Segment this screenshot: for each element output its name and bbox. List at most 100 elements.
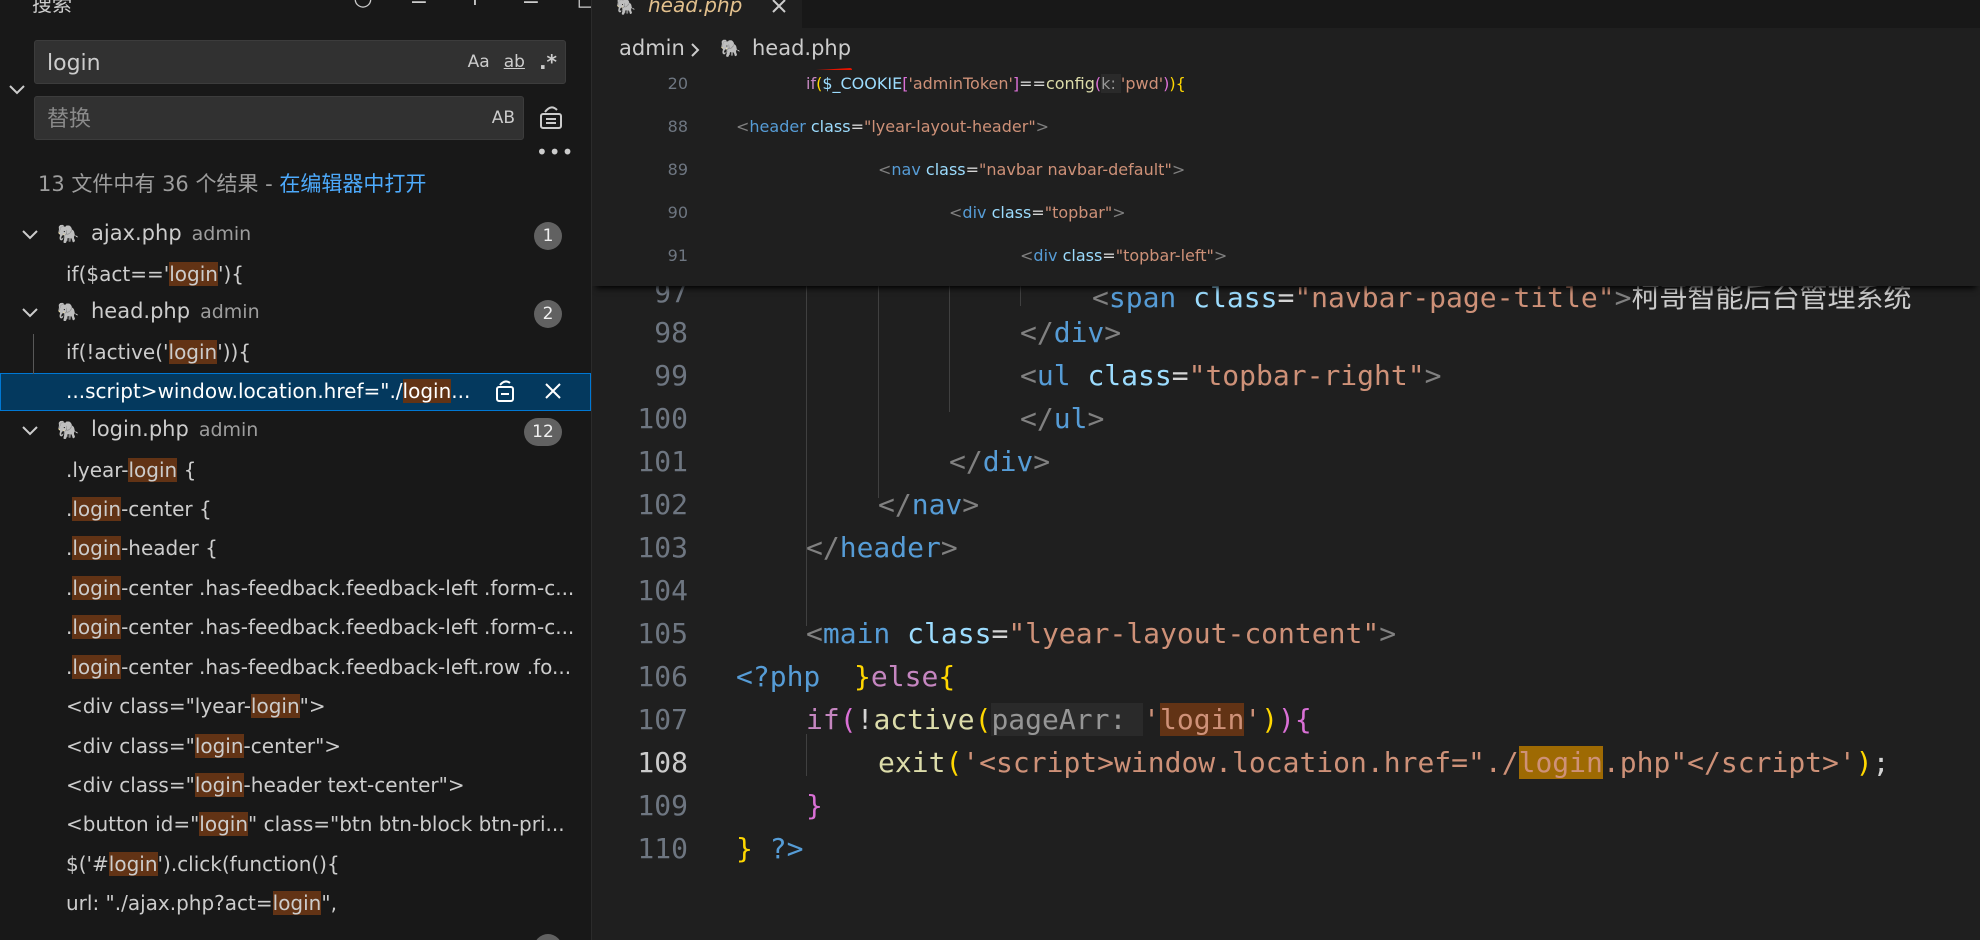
line-number: 20 bbox=[667, 74, 688, 93]
match-hit: login bbox=[108, 852, 158, 876]
code-line: 99 <ul class="topbar-right"> bbox=[592, 355, 1980, 398]
chevron-right-icon bbox=[691, 43, 700, 57]
match-pre: $('# bbox=[66, 852, 109, 876]
php-file-icon: 🐘 bbox=[57, 224, 80, 245]
result-file-head[interactable]: 🐘 head.php admin 2 bbox=[0, 294, 591, 332]
match-pre: if(!active(' bbox=[66, 340, 169, 364]
list-item[interactable]: url: "./ajax.php?act=login", bbox=[0, 885, 591, 923]
match-count-badge: 1 bbox=[534, 222, 562, 250]
file-dir: admin bbox=[198, 419, 259, 441]
code-line: 104 bbox=[592, 570, 1980, 613]
match-pre: <div class="lyear- bbox=[66, 694, 251, 718]
match-hit: login bbox=[72, 536, 122, 560]
match-post: ').click(function(){ bbox=[157, 852, 340, 876]
line-number: 103 bbox=[637, 531, 688, 564]
line-number: 90 bbox=[667, 203, 688, 222]
line-number: 98 bbox=[654, 316, 688, 349]
line-number: 89 bbox=[667, 160, 688, 179]
match-pre: ...script>window.location.href="./ bbox=[66, 379, 403, 403]
match-pre: <div class=" bbox=[66, 734, 195, 758]
line-number: 104 bbox=[637, 574, 688, 607]
line-number: 105 bbox=[637, 617, 688, 650]
match-actions bbox=[494, 377, 564, 405]
file-dir: admin bbox=[200, 301, 260, 323]
match-post: { bbox=[177, 458, 197, 482]
refresh-icon[interactable]: ○ bbox=[350, 0, 376, 11]
replace-all-icon[interactable] bbox=[536, 102, 566, 132]
chevron-down-icon bbox=[22, 308, 38, 318]
line-number: 88 bbox=[667, 117, 688, 136]
list-item[interactable]: <div class="lyear-login"> bbox=[0, 688, 591, 726]
line-number: 106 bbox=[637, 660, 688, 693]
replace-options: AB bbox=[492, 97, 515, 139]
match-count-badge: 12 bbox=[524, 418, 562, 446]
list-item[interactable]: if(!active('login')){ bbox=[0, 334, 591, 372]
code-line: 105 <main class="lyear-layout-content"> bbox=[592, 613, 1980, 656]
toggle-replace-chevron-icon[interactable] bbox=[6, 78, 28, 100]
code-line: 98 </div> bbox=[592, 312, 1980, 355]
line-number: 107 bbox=[637, 703, 688, 736]
result-file-ajax[interactable]: 🐘 ajax.php admin 1 bbox=[0, 216, 591, 254]
match-post: -center .has-feedback.feedback-left .for… bbox=[121, 576, 575, 600]
close-icon[interactable] bbox=[768, 0, 790, 17]
replace-icon[interactable] bbox=[494, 377, 516, 405]
clear-results-icon[interactable]: ≡ bbox=[406, 0, 432, 11]
match-post: ... bbox=[451, 379, 471, 403]
match-pre: .lyear- bbox=[66, 458, 129, 482]
line-number: 108 bbox=[637, 746, 688, 779]
view-as-tree-icon[interactable]: □ bbox=[574, 0, 591, 11]
code-line-current: 108 exit('<script>window.location.href=".… bbox=[592, 742, 1980, 785]
match-count-badge: 2 bbox=[534, 300, 562, 328]
list-item[interactable]: .login-header { bbox=[0, 530, 591, 568]
search-field: Aa ab .* bbox=[34, 40, 566, 85]
line-number: 91 bbox=[667, 246, 688, 265]
match-whole-word-toggle[interactable]: ab bbox=[504, 52, 525, 72]
list-item[interactable]: <div class="login-header text-center"> bbox=[0, 767, 591, 805]
code-line: 110} ?> bbox=[592, 828, 1980, 871]
line-number: 100 bbox=[637, 402, 688, 435]
match-hit: login bbox=[169, 262, 218, 286]
list-item[interactable]: .login-center .has-feedback.feedback-lef… bbox=[0, 570, 591, 608]
editor-tab-bar: 🐘 head.php bbox=[592, 0, 1980, 29]
dismiss-icon[interactable] bbox=[542, 377, 564, 405]
search-options: Aa ab .* bbox=[468, 41, 557, 83]
replace-input[interactable] bbox=[45, 97, 429, 141]
list-item[interactable]: .login-center { bbox=[0, 491, 591, 529]
preserve-case-toggle[interactable]: AB bbox=[492, 108, 515, 128]
list-item[interactable]: $('#login').click(function(){ bbox=[0, 846, 591, 884]
new-search-editor-icon[interactable]: + bbox=[462, 0, 488, 11]
code-line: 20 if($_COOKIE['adminToken']==config(k: '… bbox=[592, 70, 1980, 113]
code-line: 90 <div class="topbar"> bbox=[592, 199, 1980, 242]
use-regex-toggle[interactable]: .* bbox=[539, 50, 557, 74]
result-file-next[interactable] bbox=[0, 928, 591, 940]
line-number: 102 bbox=[637, 488, 688, 521]
search-panel-title: 搜索 bbox=[32, 0, 72, 16]
match-pre: <button id=" bbox=[66, 812, 200, 836]
search-input[interactable] bbox=[45, 41, 429, 85]
match-hit: login bbox=[402, 379, 452, 403]
list-item[interactable]: .login-center .has-feedback.feedback-lef… bbox=[0, 649, 591, 687]
list-item[interactable]: .login-center .has-feedback.feedback-lef… bbox=[0, 609, 591, 647]
file-dir: admin bbox=[191, 223, 252, 245]
match-post: -center"> bbox=[243, 734, 342, 758]
tab-head-php[interactable]: 🐘 head.php bbox=[592, 0, 802, 29]
match-post: -center .has-feedback.feedback-left.row … bbox=[121, 655, 572, 679]
line-number: 99 bbox=[654, 359, 688, 392]
breadcrumb-folder[interactable]: admin bbox=[619, 36, 685, 60]
match-case-toggle[interactable]: Aa bbox=[468, 52, 490, 72]
open-in-editor-link[interactable]: 在编辑器中打开 bbox=[279, 172, 426, 196]
list-item-selected[interactable]: ...script>window.location.href="./login.… bbox=[0, 373, 591, 411]
breadcrumb-file[interactable]: head.php bbox=[752, 36, 851, 60]
list-item[interactable]: <div class="login-center"> bbox=[0, 728, 591, 766]
file-name: ajax.php bbox=[91, 221, 182, 245]
match-hit: login bbox=[72, 576, 122, 600]
code-line: 88 <header class="lyear-layout-header"> bbox=[592, 113, 1980, 156]
list-item[interactable]: if($act=='login'){ bbox=[0, 256, 591, 294]
code-line: 107 if(!active(pageArr: 'login')){ bbox=[592, 699, 1980, 742]
list-item[interactable]: <button id="login" class="btn btn-block … bbox=[0, 806, 591, 844]
more-options-icon[interactable]: ••• bbox=[536, 140, 574, 164]
php-file-icon: 🐘 bbox=[720, 39, 742, 59]
result-file-login[interactable]: 🐘 login.php admin 12 bbox=[0, 412, 591, 450]
collapse-all-icon[interactable]: ≡ bbox=[518, 0, 544, 11]
list-item[interactable]: .lyear-login { bbox=[0, 452, 591, 490]
